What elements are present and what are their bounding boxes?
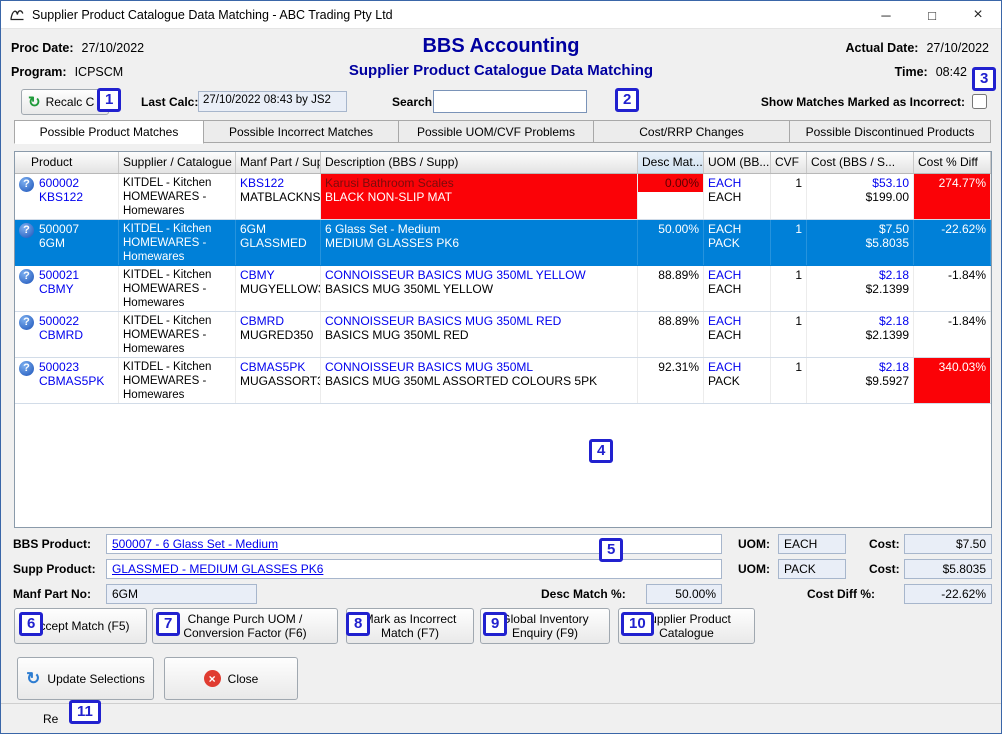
description-cell: CONNOISSEUR BASICS MUG 350ML YELLOW BASI… (321, 266, 638, 311)
column-header-supplier[interactable]: Supplier / Catalogue (119, 152, 236, 173)
update-selections-button[interactable]: ↻ Update Selections (17, 657, 154, 700)
bbs-product-label: BBS Product: (13, 537, 91, 551)
supp-product-field[interactable]: GLASSMED - MEDIUM GLASSES PK6 (106, 559, 722, 579)
manf-part-field: 6GM (106, 584, 257, 604)
actual-date: Actual Date:27/10/2022 (846, 39, 990, 57)
tab-possible-incorrect-matches[interactable]: Possible Incorrect Matches (204, 120, 399, 143)
bbs-cost-label: Cost: (869, 537, 900, 551)
window-title: Supplier Product Catalogue Data Matching… (32, 8, 393, 22)
table-row[interactable]: ? 600002 KBS122 KITDEL - Kitchen HOMEWAR… (15, 174, 991, 220)
cost-diff-cell: 340.03% (914, 358, 991, 403)
tab-bar: Possible Product Matches Possible Incorr… (14, 120, 991, 144)
cost-diff-cell: -1.84% (914, 312, 991, 357)
table-row[interactable]: ? 500023 CBMAS5PK KITDEL - Kitchen HOMEW… (15, 358, 991, 404)
cost-diff-cell: -1.84% (914, 266, 991, 311)
table-header-row: Product Supplier / Catalogue Manf Part /… (15, 152, 991, 174)
recalc-button[interactable]: ↻ Recalc C (21, 89, 109, 115)
callout-1: 1 (97, 88, 121, 112)
callout-6: 6 (19, 612, 43, 636)
supplier-cell: KITDEL - Kitchen HOMEWARES - Homewares P… (119, 220, 236, 265)
desc-match-field: 50.00% (646, 584, 722, 604)
supp-uom-label: UOM: (738, 562, 770, 576)
supplier-cell: KITDEL - Kitchen HOMEWARES - Homewares P… (119, 174, 236, 219)
search-input[interactable] (433, 90, 587, 113)
column-header-cvf[interactable]: CVF (771, 152, 807, 173)
maximize-button[interactable]: □ (909, 1, 955, 29)
close-window-button[interactable]: × (955, 1, 1001, 29)
column-header-cost-pct-diff[interactable]: Cost % Diff (914, 152, 991, 173)
table-row-selected[interactable]: ? 500007 6GM KITDEL - Kitchen HOMEWARES … (15, 220, 991, 266)
manf-part-label: Manf Part No: (13, 587, 91, 601)
supplier-cell: KITDEL - Kitchen HOMEWARES - Homewares P… (119, 266, 236, 311)
supp-cost-field: $5.8035 (904, 559, 992, 579)
show-incorrect-checkbox[interactable] (972, 94, 987, 109)
last-calc-label: Last Calc: (141, 95, 198, 109)
supp-cost-label: Cost: (869, 562, 900, 576)
column-header-cost[interactable]: Cost (BBS / S... (807, 152, 914, 173)
page-title: Supplier Product Catalogue Data Matching (1, 62, 1001, 79)
tab-possible-product-matches[interactable]: Possible Product Matches (14, 120, 204, 144)
tab-possible-uom-cvf-problems[interactable]: Possible UOM/CVF Problems (399, 120, 594, 143)
help-icon[interactable]: ? (19, 315, 34, 330)
callout-9: 9 (483, 612, 507, 636)
help-icon[interactable]: ? (19, 361, 34, 376)
supp-product-label: Supp Product: (13, 562, 96, 576)
window-controls: ─ □ × (863, 1, 1001, 29)
cost-diff-label: Cost Diff %: (807, 587, 875, 601)
column-header-product[interactable]: Product (15, 152, 119, 173)
bbs-uom-label: UOM: (738, 537, 770, 551)
bbs-product-field[interactable]: 500007 - 6 Glass Set - Medium (106, 534, 722, 554)
tab-possible-discontinued-products[interactable]: Possible Discontinued Products (790, 120, 991, 143)
status-bar: Re (1, 703, 1001, 733)
title-bar: Supplier Product Catalogue Data Matching… (1, 1, 1001, 29)
search-label: Search: (392, 95, 436, 109)
supp-uom-field: PACK (778, 559, 846, 579)
cost-diff-cell: -22.62% (914, 220, 991, 265)
column-header-manf-part[interactable]: Manf Part / Sup... (236, 152, 321, 173)
description-cell: CONNOISSEUR BASICS MUG 350ML BASICS MUG … (321, 358, 638, 403)
callout-4: 4 (589, 439, 613, 463)
close-icon: × (204, 670, 221, 687)
show-incorrect-label: Show Matches Marked as Incorrect: (761, 95, 965, 109)
description-cell: CONNOISSEUR BASICS MUG 350ML RED BASICS … (321, 312, 638, 357)
callout-2: 2 (615, 88, 639, 112)
help-icon[interactable]: ? (19, 177, 34, 192)
supplier-cell: KITDEL - Kitchen HOMEWARES - Homewares P… (119, 358, 236, 403)
supplier-cell: KITDEL - Kitchen HOMEWARES - Homewares P… (119, 312, 236, 357)
callout-7: 7 (156, 612, 180, 636)
recalc-icon: ↻ (28, 93, 41, 111)
tab-cost-rrp-changes[interactable]: Cost/RRP Changes (594, 120, 790, 143)
column-header-uom[interactable]: UOM (BB... (704, 152, 771, 173)
column-header-desc-match[interactable]: Desc Mat... (638, 152, 704, 173)
bbs-cost-field: $7.50 (904, 534, 992, 554)
description-cell: 6 Glass Set - Medium MEDIUM GLASSES PK6 (321, 220, 638, 265)
table-row[interactable]: ? 500021 CBMY KITDEL - Kitchen HOMEWARES… (15, 266, 991, 312)
callout-5: 5 (599, 538, 623, 562)
callout-10: 10 (621, 612, 654, 636)
help-icon[interactable]: ? (19, 223, 34, 238)
callout-8: 8 (346, 612, 370, 636)
update-icon: ↻ (26, 669, 40, 689)
column-header-description[interactable]: Description (BBS / Supp) (321, 152, 638, 173)
description-cell: Karusi Bathroom Scales BLACK NON-SLIP MA… (321, 174, 638, 219)
callout-3: 3 (972, 67, 996, 91)
app-window: Supplier Product Catalogue Data Matching… (0, 0, 1002, 734)
matches-table: Product Supplier / Catalogue Manf Part /… (14, 151, 992, 528)
close-button[interactable]: × Close (164, 657, 298, 700)
minimize-button[interactable]: ─ (863, 1, 909, 29)
status-text: Re (43, 712, 58, 726)
last-calc-field: 27/10/2022 08:43 by JS2 (198, 91, 347, 112)
app-logo-icon (9, 7, 25, 23)
desc-match-label: Desc Match %: (541, 587, 626, 601)
help-icon[interactable]: ? (19, 269, 34, 284)
table-row[interactable]: ? 500022 CBMRD KITDEL - Kitchen HOMEWARE… (15, 312, 991, 358)
bbs-uom-field: EACH (778, 534, 846, 554)
callout-11: 11 (69, 700, 101, 724)
cost-diff-field: -22.62% (904, 584, 992, 604)
time: Time:08:42 (895, 63, 967, 81)
cost-diff-cell: 274.77% (914, 174, 991, 219)
